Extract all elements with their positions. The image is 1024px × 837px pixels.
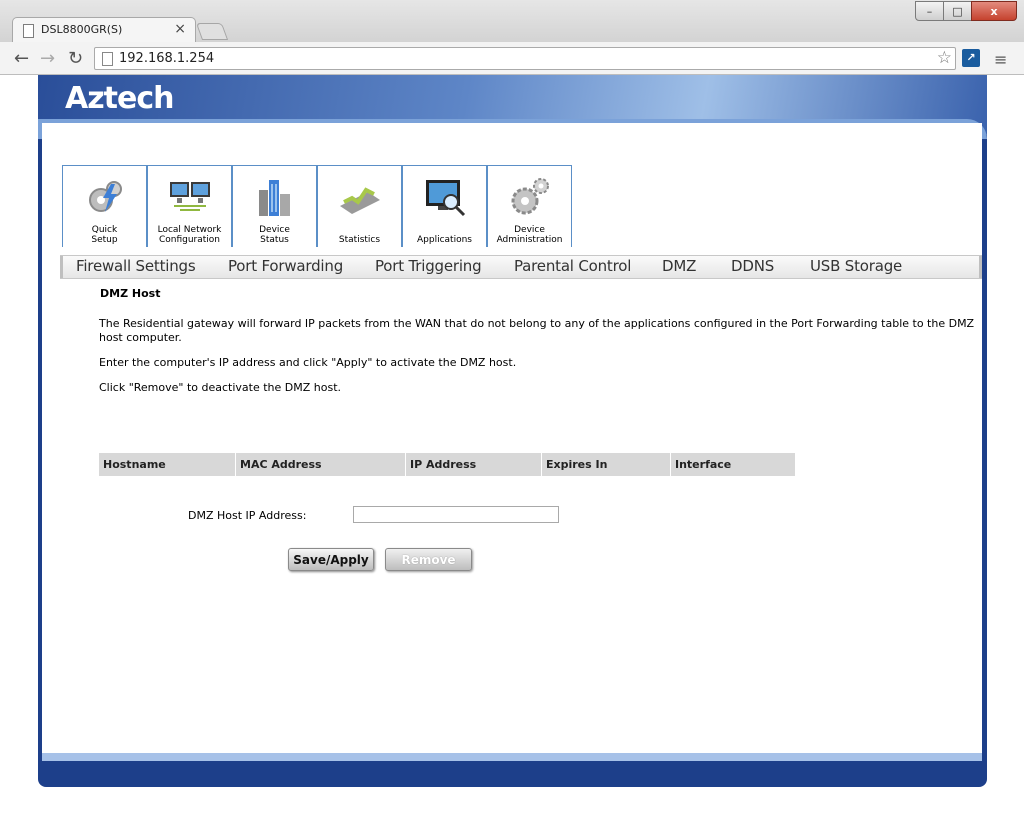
main-nav-quick-setup[interactable]: Quick Setup xyxy=(62,165,147,247)
dmz-ip-label: DMZ Host IP Address: xyxy=(188,509,307,522)
main-nav-statistics[interactable]: Statistics xyxy=(317,165,402,247)
aztech-logo: Aztech xyxy=(65,81,175,116)
main-nav-label: Applications xyxy=(417,235,472,245)
tab-title: DSL8800GR(S) xyxy=(41,23,123,36)
sub-nav: Firewall Settings Port Forwarding Port T… xyxy=(60,255,982,279)
buildings-icon xyxy=(258,180,290,216)
main-nav-label: Device Administration xyxy=(496,225,563,245)
gears-lightning-icon xyxy=(88,181,122,212)
gears-icon xyxy=(511,178,549,215)
new-tab-button[interactable] xyxy=(195,23,229,40)
column-mac-address: MAC Address xyxy=(236,453,406,476)
url-text: 192.168.1.254 xyxy=(119,51,215,66)
column-ip-address: IP Address xyxy=(406,453,542,476)
description-remove: Click "Remove" to deactivate the DMZ hos… xyxy=(99,381,342,394)
maximize-button[interactable]: □ xyxy=(943,1,972,21)
page-title: DMZ Host xyxy=(100,287,161,300)
subnav-parental-control[interactable]: Parental Control xyxy=(514,257,631,275)
minimize-button[interactable]: – xyxy=(915,1,944,21)
browser-toolbar: ← → ↻ 192.168.1.254 ☆ xyxy=(0,42,1024,75)
extension-icon[interactable]: ↗ xyxy=(962,49,980,67)
address-bar[interactable]: 192.168.1.254 ☆ xyxy=(94,47,956,70)
sub-nav-cap xyxy=(60,256,63,278)
description-apply: Enter the computer's IP address and clic… xyxy=(99,356,517,369)
monitors-icon xyxy=(169,182,210,211)
main-nav-label: Statistics xyxy=(338,235,381,245)
page-viewport: Aztech Quick Setup Local Network Configu… xyxy=(0,75,1024,837)
reload-icon[interactable]: ↻ xyxy=(68,48,83,69)
main-nav-local-network[interactable]: Local Network Configuration xyxy=(147,165,232,247)
remove-button[interactable]: Remove xyxy=(385,548,472,571)
monitor-magnifier-icon xyxy=(425,180,465,217)
subnav-firewall-settings[interactable]: Firewall Settings xyxy=(76,257,196,275)
main-nav-device-administration[interactable]: Device Administration xyxy=(487,165,572,247)
subnav-port-forwarding[interactable]: Port Forwarding xyxy=(228,257,343,275)
subnav-dmz[interactable]: DMZ xyxy=(662,257,696,275)
title-bar: DSL8800GR(S) × – □ x xyxy=(0,0,1024,43)
menu-icon[interactable]: ≡ xyxy=(994,50,1007,69)
back-icon[interactable]: ← xyxy=(14,48,29,69)
tab-close-icon[interactable]: × xyxy=(174,21,186,37)
content-area: Quick Setup Local Network Configuration … xyxy=(42,123,982,753)
main-nav-label: Local Network Configuration xyxy=(157,225,222,245)
save-apply-button[interactable]: Save/Apply xyxy=(288,548,374,571)
close-button[interactable]: x xyxy=(971,1,1017,21)
page-icon xyxy=(23,24,34,38)
browser-window: DSL8800GR(S) × – □ x ← → ↻ 192.168.1.254… xyxy=(0,0,1024,837)
window-controls: – □ x xyxy=(915,1,1017,21)
page-icon xyxy=(102,52,113,66)
main-nav-device-status[interactable]: Device Status xyxy=(232,165,317,247)
subnav-ddns[interactable]: DDNS xyxy=(731,257,774,275)
dmz-ip-input[interactable] xyxy=(353,506,559,523)
description-forward: The Residential gateway will forward IP … xyxy=(99,317,975,344)
dmz-host-table-header: Hostname MAC Address IP Address Expires … xyxy=(99,453,795,476)
chart-icon xyxy=(339,187,380,214)
browser-tab[interactable]: DSL8800GR(S) × xyxy=(12,17,196,43)
column-hostname: Hostname xyxy=(99,453,236,476)
main-nav-label: Device Status xyxy=(259,225,290,245)
forward-icon[interactable]: → xyxy=(40,48,55,69)
column-interface: Interface xyxy=(675,458,732,471)
column-expires-in: Expires In xyxy=(542,453,671,476)
sub-nav-cap xyxy=(979,256,982,278)
bookmark-star-icon[interactable]: ☆ xyxy=(937,48,952,68)
subnav-port-triggering[interactable]: Port Triggering xyxy=(375,257,482,275)
subnav-usb-storage[interactable]: USB Storage xyxy=(810,257,902,275)
main-nav-applications[interactable]: Applications xyxy=(402,165,487,247)
router-frame: Aztech Quick Setup Local Network Configu… xyxy=(38,75,987,787)
footer-strip xyxy=(42,753,982,761)
main-nav-label: Quick Setup xyxy=(91,225,118,245)
